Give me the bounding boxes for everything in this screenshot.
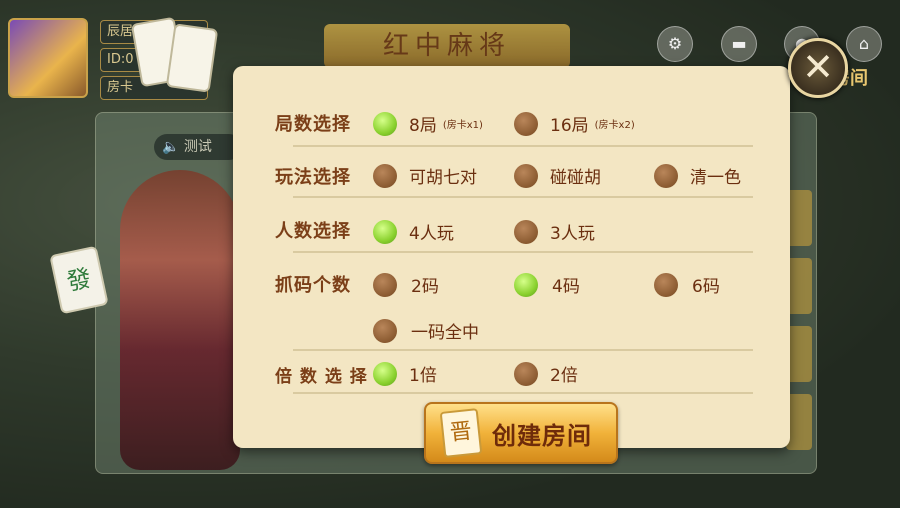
option-label: 6码	[692, 277, 720, 297]
create-room-button[interactable]: 晋 创建房间	[424, 402, 618, 464]
play-option-pure-suit[interactable]: 清一色	[654, 163, 741, 188]
option-label: 2倍	[550, 366, 578, 386]
avatar[interactable]	[8, 18, 88, 98]
announcement-bar: 🔈 测试	[154, 134, 242, 160]
play-option-seven-pairs[interactable]: 可胡七对	[373, 163, 477, 188]
option-label: 4人玩	[409, 224, 454, 244]
play-label: 玩法选择	[275, 167, 351, 188]
create-room-label: 创建房间	[492, 421, 592, 450]
birds-label: 抓码个数	[275, 275, 351, 296]
announcement-text: 测试	[183, 139, 212, 155]
radio-unselected[interactable]	[514, 163, 538, 188]
radio-unselected[interactable]	[373, 318, 397, 343]
option-note: (房卡x1)	[442, 120, 483, 131]
radio-unselected[interactable]	[514, 219, 538, 244]
option-label: 2码	[411, 277, 439, 297]
divider	[293, 349, 753, 351]
gear-icon[interactable]: ⚙	[657, 26, 693, 62]
option-label: 4码	[552, 277, 580, 297]
play-option-all-pungs[interactable]: 碰碰胡	[514, 163, 601, 188]
radio-selected[interactable]	[373, 361, 397, 386]
rounds-option-16[interactable]: 16局 (房卡x2)	[514, 111, 635, 136]
radio-selected[interactable]	[373, 111, 397, 136]
birds-option-all-in-one[interactable]: 一码全中	[373, 318, 479, 343]
radio-unselected[interactable]	[654, 272, 678, 297]
divider	[293, 145, 753, 147]
option-note: (房卡x2)	[594, 120, 635, 131]
multiplier-option-1[interactable]: 1倍	[373, 361, 437, 386]
rounds-option-8[interactable]: 8局 (房卡x1)	[373, 111, 483, 136]
option-label: 16局	[550, 116, 589, 136]
radio-selected[interactable]	[373, 219, 397, 244]
radio-unselected[interactable]	[514, 361, 538, 386]
divider	[293, 251, 753, 253]
player-name: 辰居	[107, 24, 134, 39]
players-option-3[interactable]: 3人玩	[514, 219, 595, 244]
room-card-label: 房卡	[107, 80, 134, 95]
mail-icon[interactable]: ▬	[721, 26, 757, 62]
divider	[293, 196, 753, 198]
game-title: 红中麻将	[324, 24, 570, 68]
mahjong-tile-fa	[165, 23, 219, 93]
option-label: 可胡七对	[409, 168, 477, 188]
option-label: 一码全中	[411, 323, 479, 343]
birds-option-6[interactable]: 6码	[654, 272, 720, 297]
multiplier-option-2[interactable]: 2倍	[514, 361, 578, 386]
option-label: 清一色	[690, 168, 741, 188]
radio-unselected[interactable]	[373, 163, 397, 188]
radio-selected[interactable]	[514, 272, 538, 297]
radio-unselected[interactable]	[654, 163, 678, 188]
close-icon[interactable]: ✕	[788, 38, 848, 98]
multiplier-label: 倍 数 选 择	[275, 367, 368, 387]
players-label: 人数选择	[275, 221, 351, 242]
birds-option-4[interactable]: 4码	[514, 272, 580, 297]
radio-unselected[interactable]	[514, 111, 538, 136]
home-icon[interactable]: ⌂	[846, 26, 882, 62]
option-label: 碰碰胡	[550, 168, 601, 188]
divider	[293, 392, 753, 394]
option-label: 1倍	[409, 366, 437, 386]
players-option-4[interactable]: 4人玩	[373, 219, 454, 244]
logo-mahjong-tiles	[130, 14, 219, 94]
birds-option-2[interactable]: 2码	[373, 272, 439, 297]
radio-unselected[interactable]	[373, 272, 397, 297]
option-label: 3人玩	[550, 224, 595, 244]
player-id: ID:0	[107, 52, 134, 67]
character-illustration	[120, 170, 240, 470]
rounds-label: 局数选择	[275, 114, 351, 135]
mahjong-tile-icon: 晋	[439, 408, 483, 458]
option-label: 8局	[409, 116, 437, 136]
